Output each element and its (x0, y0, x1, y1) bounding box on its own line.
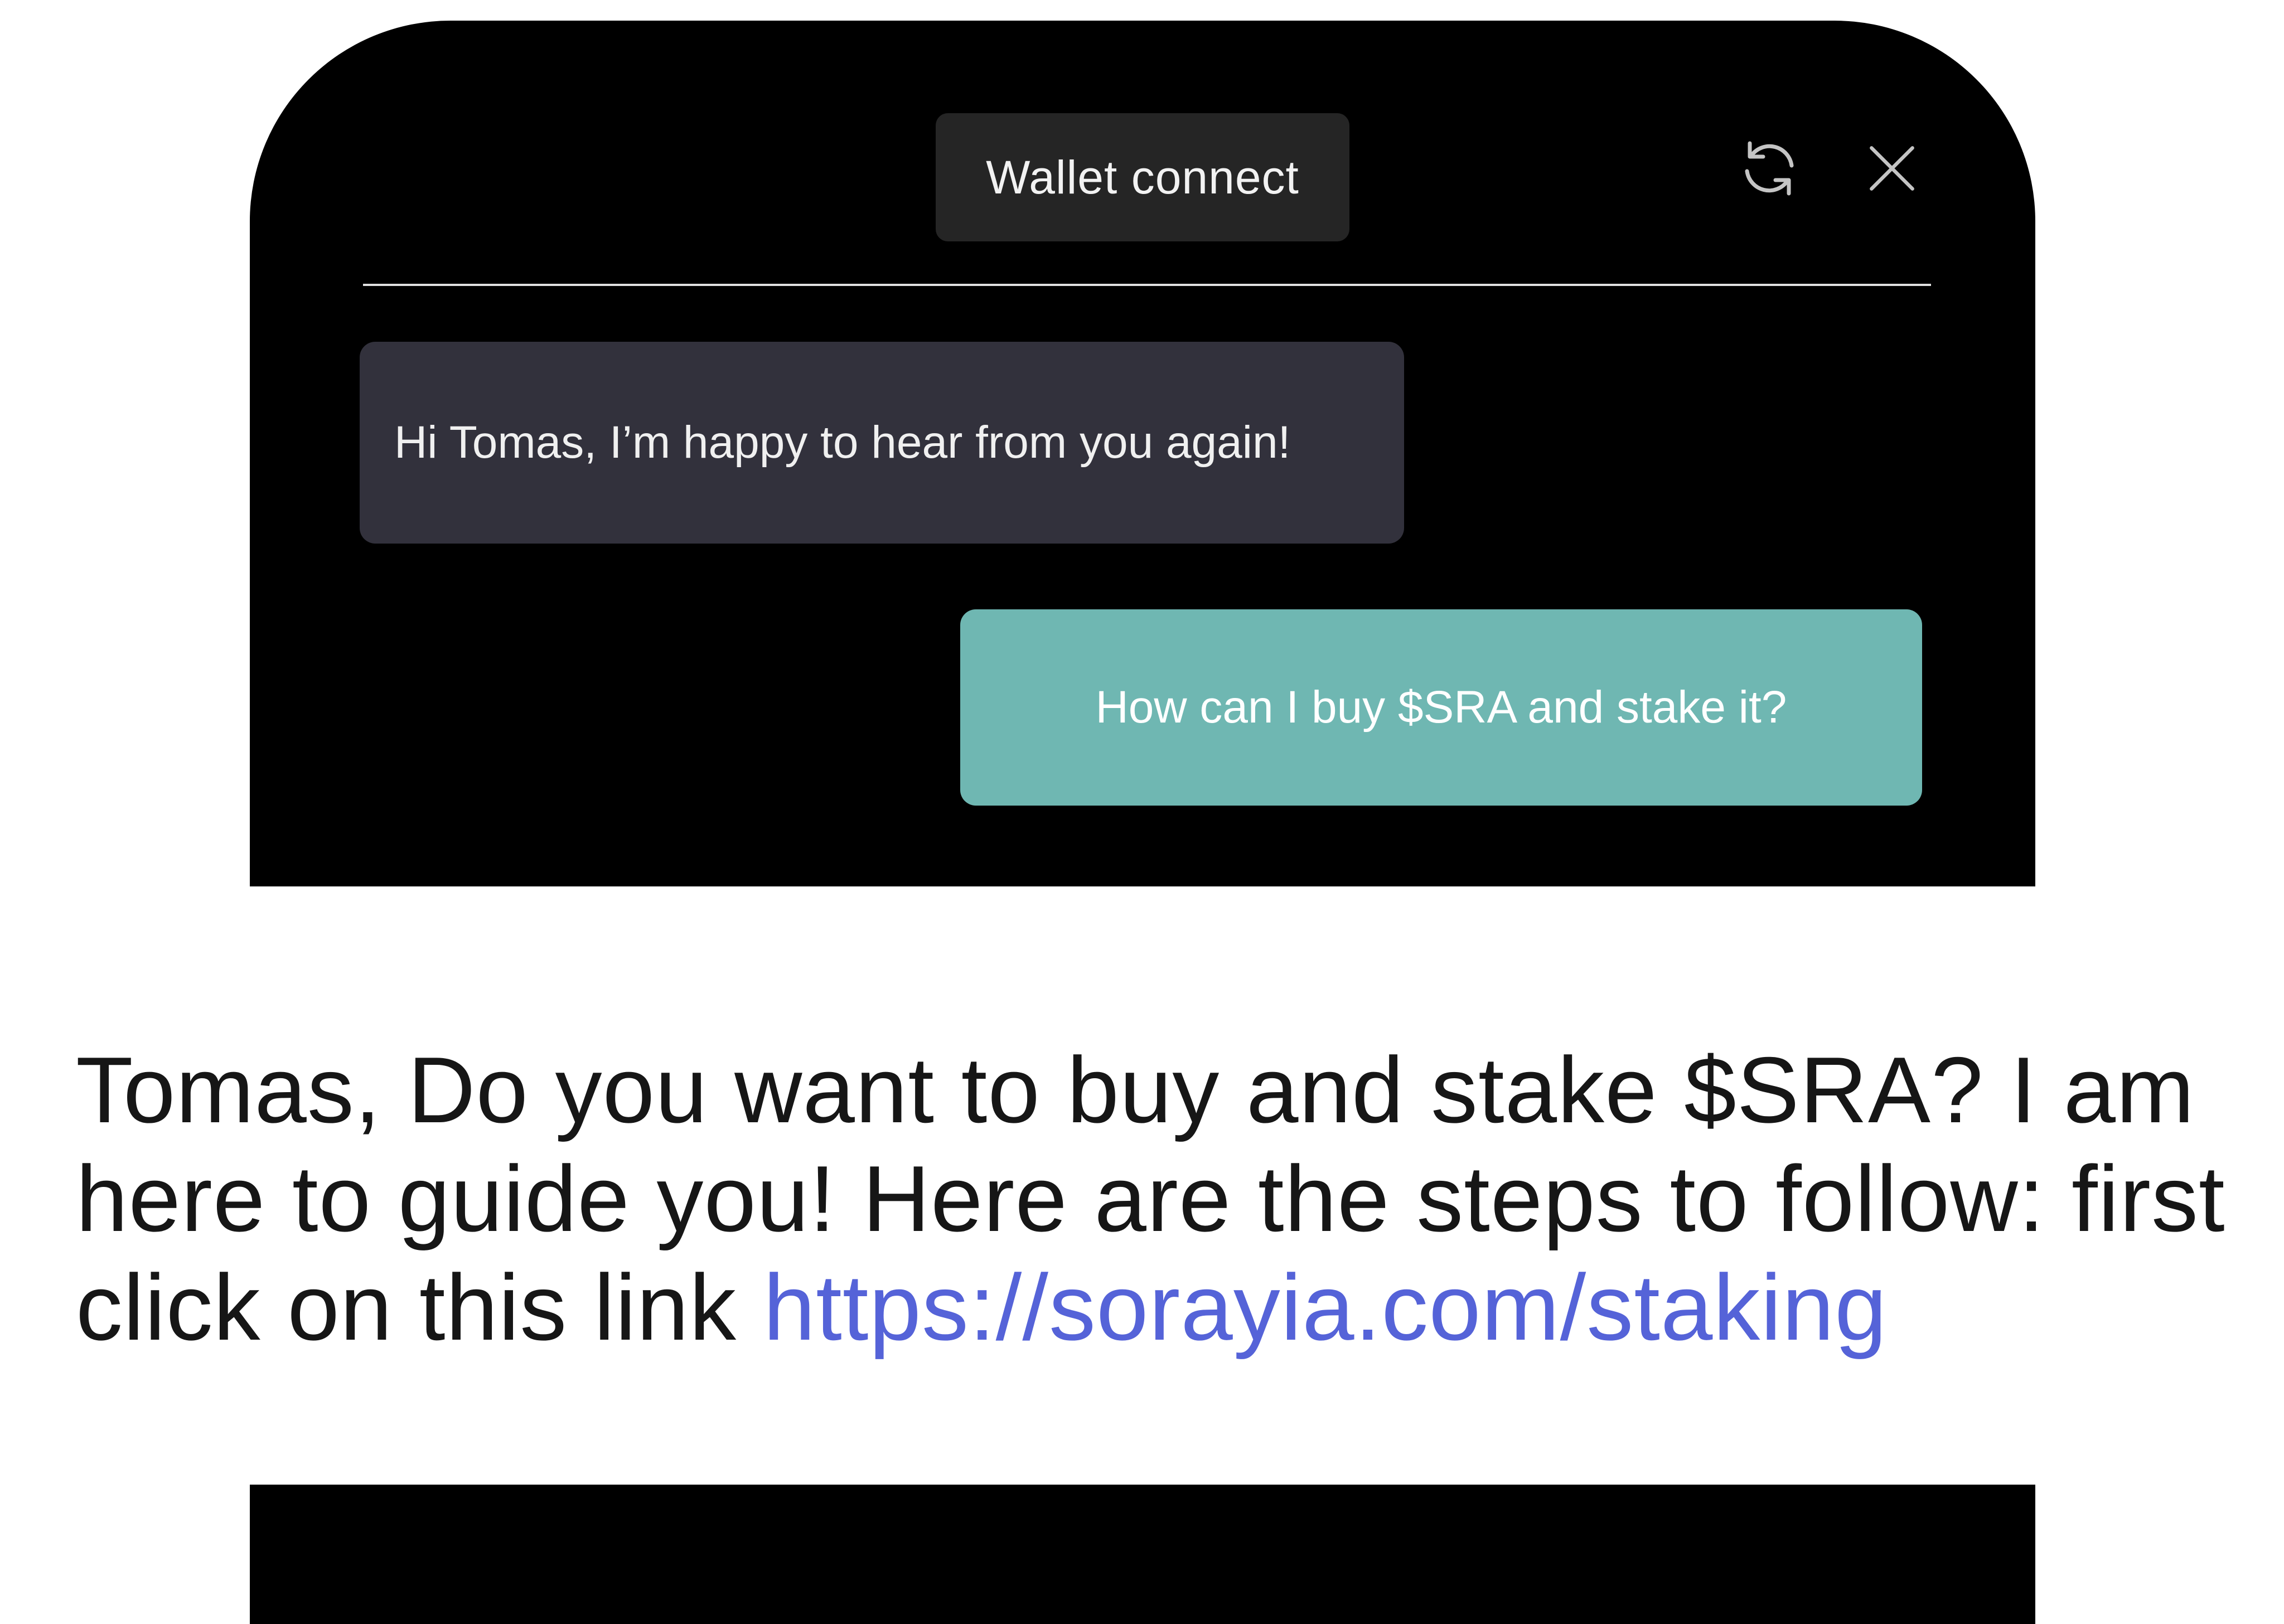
header-divider (363, 284, 1931, 286)
staking-link[interactable]: https://sorayia.com/staking (763, 1255, 1888, 1360)
wallet-connect-button[interactable]: Wallet connect (936, 113, 1349, 241)
close-button[interactable] (1856, 132, 1928, 205)
refresh-button[interactable] (1733, 132, 1806, 205)
refresh-icon (1745, 141, 1794, 196)
close-icon (1870, 146, 1914, 191)
bot-message: Hi Tomas, I’m happy to hear from you aga… (360, 342, 1404, 544)
assistant-reply: Tomas, Do you want to buy and stake $SRA… (76, 1036, 2251, 1362)
user-message: How can I buy $SRA and stake it? (960, 609, 1922, 806)
chat-window: Wallet connect Hi Tomas, I’m happy to he… (250, 21, 2035, 886)
chat-window-bottom (250, 1485, 2035, 1624)
